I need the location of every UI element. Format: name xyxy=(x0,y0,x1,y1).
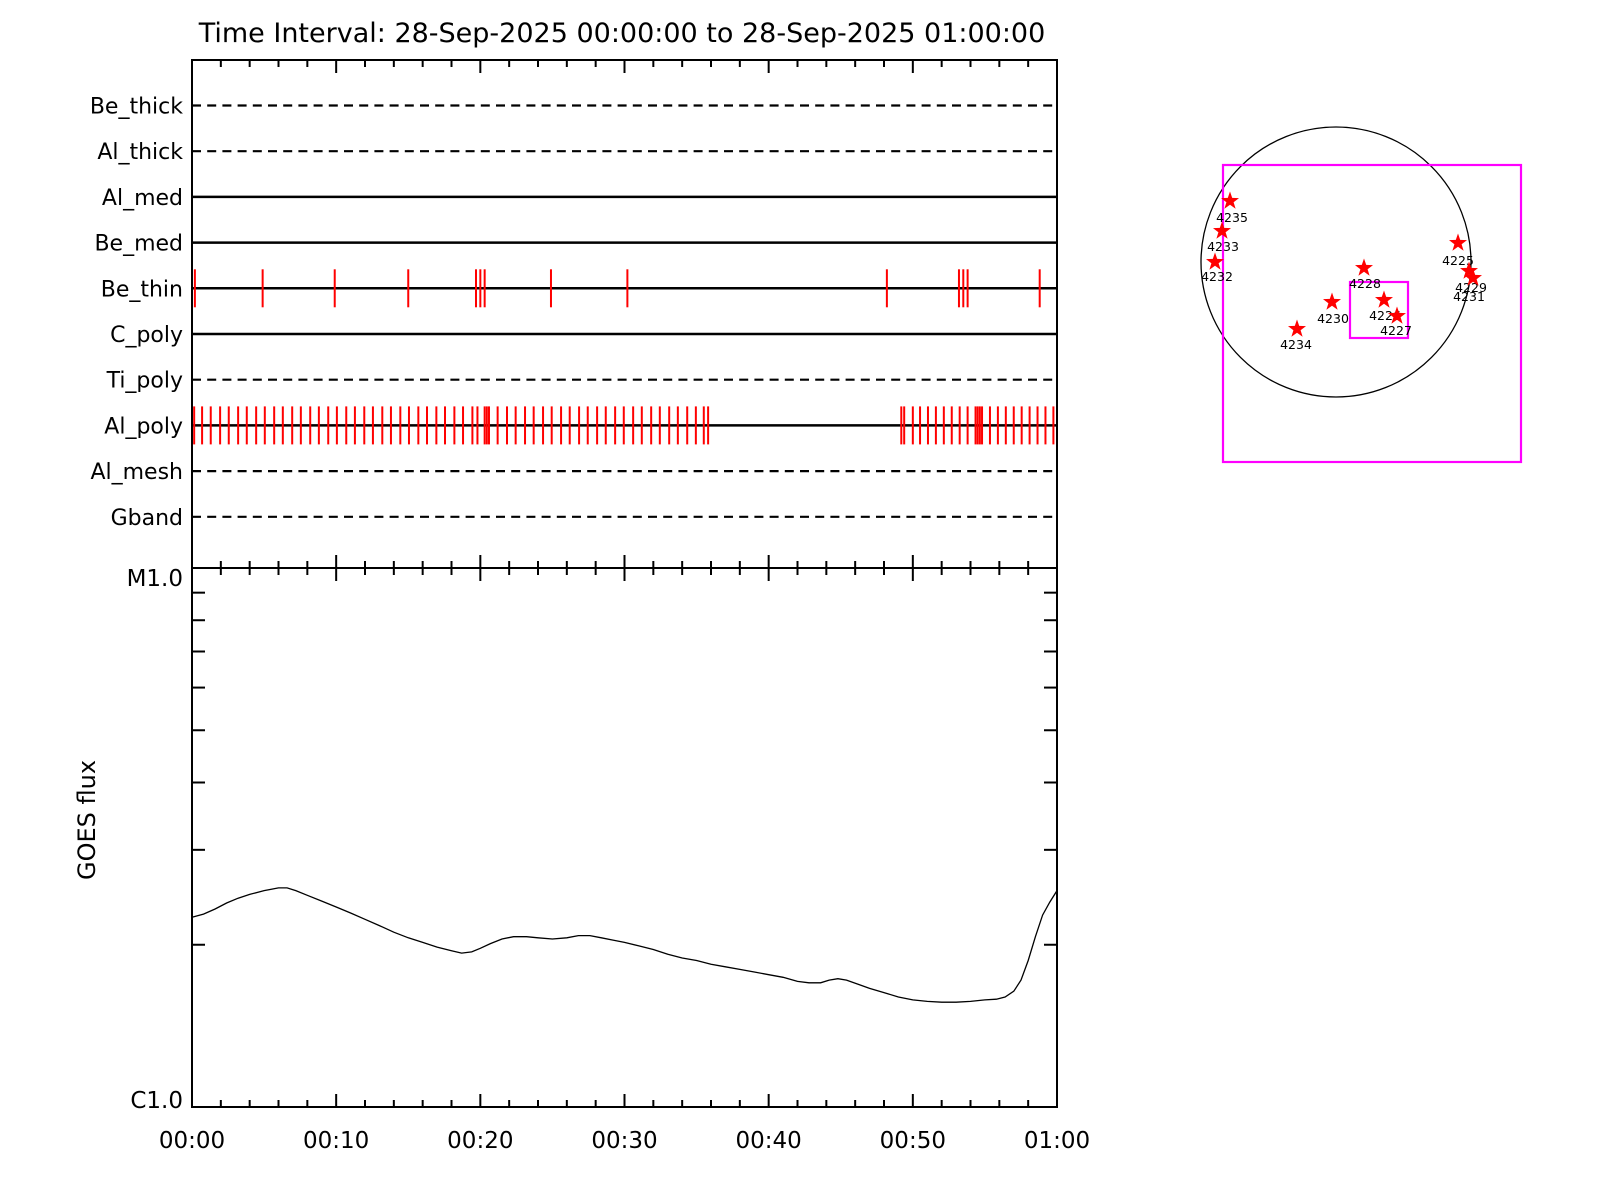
panel-borders xyxy=(191,59,1058,1108)
x-tick-label: 00:20 xyxy=(447,1128,513,1154)
active-region-label-4231: 4231 xyxy=(1453,289,1485,304)
filter-label-c_poly: C_poly xyxy=(110,323,183,348)
x-tick-label: 00:50 xyxy=(880,1128,946,1154)
active-region-label-4232: 4232 xyxy=(1201,269,1233,284)
goes-y-bottom-label: C1.0 xyxy=(130,1088,183,1114)
filter-label-al_mesh: Al_mesh xyxy=(90,460,183,485)
active-region-star-4228 xyxy=(1355,258,1373,276)
active-region-label-4227: 4227 xyxy=(1380,323,1412,338)
filter-timeline-rows xyxy=(192,104,1057,518)
active-region-star-4225 xyxy=(1449,233,1467,251)
goes-panel-border xyxy=(191,567,1058,1108)
plot-canvas: Time Interval: 28-Sep-2025 00:00:00 to 2… xyxy=(73,18,1523,1155)
page-title: Time Interval: 28-Sep-2025 00:00:00 to 2… xyxy=(198,18,1046,49)
filter-label-gband: Gband xyxy=(111,506,183,531)
active-region-label-4233: 4233 xyxy=(1207,239,1239,254)
active-region-label-4235: 4235 xyxy=(1216,210,1248,225)
x-tick-label: 00:40 xyxy=(736,1128,802,1154)
active-region-label-4234: 4234 xyxy=(1280,337,1312,352)
timeline-panel-border xyxy=(191,59,1058,569)
solar-limb-circle xyxy=(1200,126,1472,398)
goes-log-ticks xyxy=(192,591,1057,946)
active-region-star-4232 xyxy=(1206,252,1224,270)
filter-label-be_med: Be_med xyxy=(94,232,183,257)
screenshot-stage: Time Interval: 28-Sep-2025 00:00:00 to 2… xyxy=(0,0,1600,1200)
filter-label-be_thin: Be_thin xyxy=(101,277,183,302)
x-tick-label: 01:00 xyxy=(1024,1128,1090,1154)
goes-flux-curve xyxy=(191,887,1058,1003)
goes-flux-polyline xyxy=(191,887,1058,1003)
goes-y-top-label: M1.0 xyxy=(127,566,183,592)
active-region-label-4230: 4230 xyxy=(1317,311,1349,326)
solar-disk-map: 4235423342324234423042284226422742254229… xyxy=(1200,126,1523,464)
x-tick-label: 00:10 xyxy=(303,1128,369,1154)
generated-text-labels: 00:00 00:10 00:20 00:30 00:40 00:50 01:00 Be_th… xyxy=(90,95,1090,1155)
active-region-star-4234 xyxy=(1288,319,1306,337)
filter-label-be_thick: Be_thick xyxy=(90,95,183,120)
filter-label-al_thick: Al_thick xyxy=(97,140,183,165)
exposure-event-ticks xyxy=(193,269,1055,445)
active-region-label-4228: 4228 xyxy=(1349,276,1381,291)
filter-label-ti_poly: Ti_poly xyxy=(106,369,183,394)
x-tick-label: 00:00 xyxy=(159,1128,225,1154)
active-region-star-4230 xyxy=(1323,292,1341,310)
goes-y-axis-title: GOES flux xyxy=(73,760,101,880)
time-axis-ticks xyxy=(191,60,1058,1107)
filter-label-al_poly: Al_poly xyxy=(104,414,183,439)
x-tick-label: 00:30 xyxy=(591,1128,657,1154)
filter-label-al_med: Al_med xyxy=(102,186,183,211)
active-region-star-4226 xyxy=(1375,290,1393,308)
